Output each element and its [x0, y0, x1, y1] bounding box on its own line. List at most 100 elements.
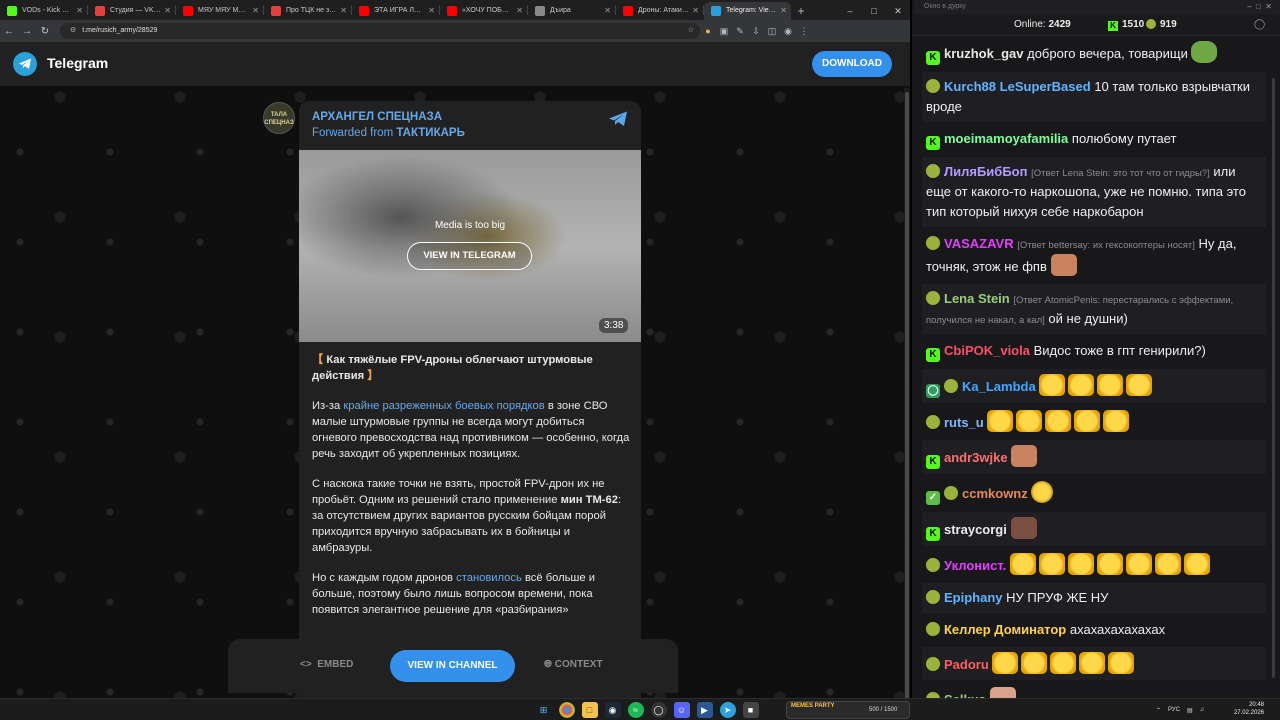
pepe-badge-icon[interactable] — [926, 164, 940, 178]
minimize-icon[interactable]: – — [838, 2, 862, 20]
chat-username[interactable]: Epiphany — [944, 590, 1003, 605]
pepe-badge-icon[interactable] — [926, 558, 940, 572]
laugh-emote-icon[interactable] — [1154, 553, 1181, 575]
chat-username[interactable]: straycorgi — [944, 522, 1007, 537]
chat-username[interactable]: ЛиляБибБоп — [944, 164, 1027, 179]
spotify-icon[interactable]: ≈ — [627, 702, 644, 718]
browser-tab[interactable]: Про ТЦК не знаю ✕ — [264, 2, 351, 20]
chat-username[interactable]: VASAZAVR — [944, 236, 1014, 251]
page-scrollbar[interactable] — [904, 88, 910, 698]
thumb-emote-icon[interactable] — [989, 687, 1016, 698]
close-tab-icon[interactable]: ✕ — [604, 2, 611, 20]
check-badge-icon[interactable]: ✓ — [926, 491, 940, 505]
laugh-emote-icon[interactable] — [1108, 652, 1135, 674]
chat-username[interactable]: CbiPOK_viola — [944, 343, 1030, 358]
windows-start-icon[interactable]: ⊞ — [536, 702, 552, 718]
pepe-badge-icon[interactable] — [926, 79, 940, 93]
kick-badge-icon[interactable]: K — [926, 136, 940, 150]
laugh-emote-icon[interactable] — [1021, 652, 1048, 674]
download-icon[interactable]: ⇩ — [748, 26, 764, 37]
laugh-emote-icon[interactable] — [992, 652, 1019, 674]
steam-icon[interactable]: ◉ — [604, 702, 621, 718]
pepe-badge-icon[interactable] — [926, 236, 940, 250]
close-tab-icon[interactable]: ✕ — [692, 2, 699, 20]
browser-tab[interactable]: Telegram: View @ ✕ — [704, 2, 791, 20]
pepe-badge-icon[interactable] — [926, 415, 940, 429]
laugh-emote-icon[interactable] — [1079, 652, 1106, 674]
paragraph-3-link[interactable]: становилось — [456, 572, 522, 584]
browser-tab[interactable]: Дроны: Атаки на ✕ — [616, 2, 703, 20]
browser-tab[interactable]: VODs - Kick Dashb ✕ — [0, 2, 87, 20]
chat-mention[interactable]: LeSuperBased — [1000, 79, 1091, 94]
paragraph-1-link[interactable]: крайне разреженных боевых порядков — [343, 400, 544, 412]
close-icon[interactable]: ✕ — [886, 2, 910, 20]
laugh-emote-icon[interactable] — [1067, 553, 1094, 575]
chat-scrollbar-thumb[interactable] — [1272, 78, 1275, 678]
app-icon[interactable]: ■ — [742, 702, 759, 718]
chat-username[interactable]: kruzhok_gav — [944, 46, 1023, 61]
chrome-icon[interactable] — [558, 702, 575, 718]
close-tab-icon[interactable]: ✕ — [76, 2, 83, 20]
telegram-taskbar-icon[interactable]: ➤ — [719, 702, 736, 718]
kick-badge-icon[interactable]: K — [926, 455, 940, 469]
laugh-emote-icon[interactable] — [1068, 374, 1095, 396]
page-scrollbar-thumb[interactable] — [905, 92, 909, 698]
extension-icon[interactable]: ▣ — [716, 26, 732, 37]
pepe-emote-icon[interactable] — [1191, 41, 1218, 63]
chat-username[interactable]: Kurch88 — [944, 79, 996, 94]
file-explorer-icon[interactable]: □ — [581, 702, 598, 718]
close-tab-icon[interactable]: ✕ — [780, 2, 787, 20]
channel-name[interactable]: АРХАНГЕЛ СПЕЦНАЗА — [312, 111, 442, 123]
network-icon[interactable]: ▤ — [1187, 707, 1193, 714]
media-player-icon[interactable]: ▶ — [696, 702, 713, 718]
site-info-icon[interactable]: ⚙ — [70, 23, 76, 39]
view-in-telegram-button[interactable]: VIEW IN TELEGRAM — [407, 242, 532, 270]
laugh-emote-icon[interactable] — [1050, 652, 1077, 674]
browser-tab[interactable]: MЯУ MЯУ MЯУ M ✕ — [176, 2, 263, 20]
settings-icon[interactable]: ◯ — [1254, 14, 1265, 36]
pepe-badge-icon[interactable] — [926, 657, 940, 671]
shield-badge-icon[interactable]: ◯ — [926, 384, 940, 398]
forwarded-source[interactable]: ТАКТИКАРЬ — [396, 127, 464, 139]
window-controls-icon[interactable]: – □ ✕ — [1247, 0, 1272, 14]
chat-username[interactable]: Уклонист. — [944, 558, 1006, 573]
laugh-emote-icon[interactable] — [1103, 410, 1130, 432]
chat-reply-quote[interactable]: [Ответ bettersay: их гексокоптеры носят] — [1017, 240, 1195, 251]
kick-badge-icon[interactable]: K — [926, 527, 940, 541]
address-bar[interactable]: ⚙ t.me/rusich_army/28529 ☆ — [60, 23, 700, 39]
close-tab-icon[interactable]: ✕ — [340, 2, 347, 20]
face-emote-icon[interactable] — [1050, 254, 1077, 276]
pepe-badge-icon[interactable] — [944, 379, 958, 393]
profile-icon[interactable]: ◉ — [780, 26, 796, 37]
telegram-logo-icon[interactable] — [13, 52, 37, 76]
chat-username[interactable]: ruts_u — [944, 415, 984, 430]
embed-button[interactable]: <> EMBED — [300, 659, 353, 670]
laugh-emote-icon[interactable] — [1096, 553, 1123, 575]
pepe-badge-icon[interactable] — [926, 622, 940, 636]
laugh-emote-icon[interactable] — [1125, 553, 1152, 575]
kick-badge-icon[interactable]: K — [926, 348, 940, 362]
chat-username[interactable]: ccmkownz — [962, 486, 1028, 501]
close-tab-icon[interactable]: ✕ — [164, 2, 171, 20]
chat-username[interactable]: andr3wjke — [944, 450, 1008, 465]
chat-reply-quote[interactable]: [Ответ Lena Stein: это тот что от гидры?… — [1031, 168, 1210, 179]
context-button[interactable]: 🌐︎ CONTEXT — [544, 659, 603, 670]
pepe-badge-icon[interactable] — [926, 590, 940, 604]
pepe-badge-icon[interactable] — [926, 291, 940, 305]
browser-tab[interactable]: Студия — VK Видео ✕ — [88, 2, 175, 20]
face-emote-icon[interactable] — [1011, 445, 1038, 467]
laugh-emote-icon[interactable] — [1045, 410, 1072, 432]
tray-chevron-icon[interactable]: ⌃ — [1156, 707, 1161, 714]
laugh-emote-icon[interactable] — [1039, 374, 1066, 396]
split-view-icon[interactable]: ◫ — [764, 26, 780, 37]
share-icon[interactable] — [608, 111, 628, 127]
close-tab-icon[interactable]: ✕ — [428, 2, 435, 20]
chat-username[interactable]: Padoru — [944, 657, 989, 672]
volume-icon[interactable]: ♫ — [1200, 707, 1205, 713]
view-in-channel-button[interactable]: VIEW IN CHANNEL — [390, 650, 515, 682]
system-clock[interactable]: 20:48 27.02.2026 — [1228, 701, 1264, 717]
language-indicator[interactable]: РУС — [1168, 707, 1180, 713]
laugh-emote-icon[interactable] — [1009, 553, 1036, 575]
chat-username[interactable]: moeimamoyafamilia — [944, 131, 1068, 146]
discord-icon[interactable]: ☺ — [673, 702, 690, 718]
